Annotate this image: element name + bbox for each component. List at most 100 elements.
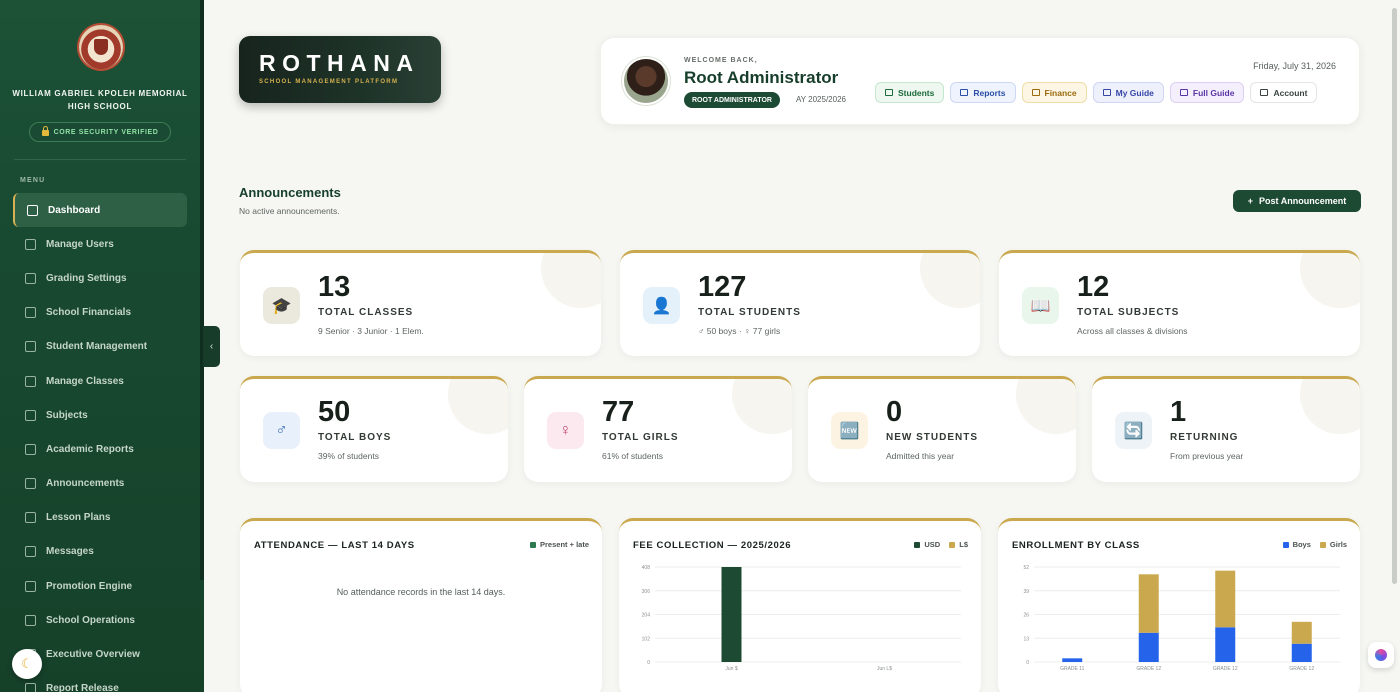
sidebar-item-label: Dashboard: [48, 204, 101, 216]
avatar[interactable]: [624, 59, 668, 103]
legend-swatch: [914, 541, 921, 548]
chart-plot: 0 13 26 39 52 GRADE 11 GRADE 12 GRADE 12 GRADE 1…: [1023, 565, 1340, 672]
sidebar-item-school-financials[interactable]: School Financials: [13, 296, 187, 330]
y-tick-label: 13: [1023, 636, 1029, 642]
card-icon: [1031, 89, 1040, 96]
stat-value: 1: [1170, 396, 1187, 428]
quick-link-reports[interactable]: Reports: [950, 82, 1016, 103]
stat-card-total-boys: ♂ 50 TOTAL BOYS 39% of students: [240, 376, 508, 482]
quick-link-account[interactable]: Account: [1250, 82, 1318, 103]
sidebar-item-manage-users[interactable]: Manage Users: [13, 227, 187, 261]
sidebar-item-lesson-plans[interactable]: Lesson Plans: [13, 501, 187, 535]
gear-icon: [25, 272, 36, 284]
sidebar-item-school-operations[interactable]: School Operations: [13, 603, 187, 637]
sidebar-item-student-management[interactable]: Student Management: [13, 330, 187, 364]
school-logo: [79, 25, 123, 69]
welcome-text: WELCOME BACK,: [684, 57, 758, 64]
user-name: Root Administrator: [684, 68, 839, 87]
sidebar-item-messages[interactable]: Messages: [13, 535, 187, 569]
quick-link-my-guide[interactable]: My Guide: [1092, 82, 1164, 103]
sidebar-item-label: Announcements: [46, 478, 125, 490]
post-announcement-button[interactable]: + Post Announcement: [1233, 190, 1361, 212]
sidebar-item-academic-reports[interactable]: Academic Reports: [13, 432, 187, 466]
brand-banner: ROTHANA SCHOOL MANAGEMENT PLATFORM: [239, 36, 441, 103]
stat-subtext: From previous year: [1170, 451, 1244, 461]
quick-link-finance[interactable]: Finance: [1021, 82, 1087, 103]
quick-links: Students Reports Finance My Guide Full Guide…: [875, 82, 1318, 103]
page-scrollbar[interactable]: [1392, 8, 1397, 584]
legend-label: L$: [959, 540, 968, 549]
sidebar-item-promotion-engine[interactable]: Promotion Engine: [13, 569, 187, 603]
quick-link-students[interactable]: Students: [875, 82, 945, 103]
stat-card-total-subjects: 📖 12 TOTAL SUBJECTS Across all classes & di…: [999, 250, 1360, 356]
sidebar-item-report-release[interactable]: Report Release: [13, 672, 187, 692]
school-name: WILLIAM GABRIEL KPOLEH MEMORIAL HIGH SCH…: [12, 89, 188, 111]
grid-icon: [25, 375, 36, 387]
home-icon: [27, 204, 38, 216]
current-date: Friday, July 31, 2026: [1253, 61, 1336, 71]
stat-subtext: 61% of students: [602, 451, 663, 461]
stat-value: 13: [318, 271, 351, 303]
sidebar-item-label: Lesson Plans: [46, 512, 111, 524]
x-tick-label: GRADE 12: [1136, 666, 1161, 672]
student-icon: [25, 341, 36, 353]
user-icon: 👤: [643, 287, 680, 324]
legend-swatch: [1319, 541, 1326, 548]
fee-chart-card: FEE COLLECTION — 2025/2026 USD L$ 0 102 204…: [619, 518, 981, 692]
bar-boys: [1291, 643, 1312, 662]
sidebar-item-announcements[interactable]: Announcements: [13, 467, 187, 501]
moon-icon: ☾: [21, 656, 33, 671]
sidebar-collapse-button[interactable]: ‹: [203, 326, 220, 367]
user-icon: [885, 89, 893, 96]
sidebar-item-label: School Operations: [46, 614, 135, 626]
new-badge-icon: 🆕: [831, 412, 868, 449]
stat-subtext: Admitted this year: [886, 451, 955, 461]
security-badge-label: CORE SECURITY VERIFIED: [53, 128, 159, 136]
y-tick-label: 0: [1026, 660, 1029, 666]
quick-link-label: Students: [898, 87, 935, 98]
sidebar-item-manage-classes[interactable]: Manage Classes: [13, 364, 187, 398]
post-announcement-label: Post Announcement: [1259, 196, 1347, 206]
sidebar: WILLIAM GABRIEL KPOLEH MEMORIAL HIGH SCH…: [0, 0, 204, 692]
trend-icon: [25, 580, 36, 592]
lock-icon: [41, 126, 49, 136]
quick-link-label: Finance: [1044, 87, 1077, 98]
legend-label: Girls: [1329, 540, 1347, 549]
x-tick-label: GRADE 11: [1060, 666, 1085, 672]
quick-link-label: Reports: [973, 87, 1006, 98]
chart-plot: 0 102 204 306 408 Jun $ Jun L$: [642, 565, 961, 672]
card-icon: [25, 307, 36, 319]
stat-subtext: 39% of students: [318, 451, 379, 461]
attendance-empty: No attendance records in the last 14 day…: [336, 587, 506, 597]
stat-label: TOTAL STUDENTS: [698, 307, 801, 318]
quick-link-label: Account: [1273, 87, 1308, 98]
sidebar-item-label: Report Release: [46, 683, 119, 692]
bar-girls: [1215, 570, 1236, 628]
legend-item: Girls: [1319, 540, 1347, 549]
legend-item: USD: [914, 540, 940, 549]
stat-value: 127: [698, 271, 747, 303]
legend-swatch: [1282, 541, 1289, 548]
quick-link-full-guide[interactable]: Full Guide: [1169, 82, 1245, 103]
theme-toggle-button[interactable]: ☾: [12, 649, 42, 679]
assistant-button[interactable]: [1368, 642, 1394, 668]
y-tick-label: 102: [642, 636, 651, 642]
sidebar-item-grading-settings[interactable]: Grading Settings: [13, 261, 187, 295]
stat-label: RETURNING: [1170, 432, 1239, 443]
sidebar-item-subjects[interactable]: Subjects: [13, 398, 187, 432]
stat-value: 0: [886, 396, 903, 428]
academic-year: AY 2025/2026: [796, 95, 846, 104]
bar-boys: [1062, 658, 1083, 662]
sidebar-nav: Dashboard Manage Users Grading Settings Sch…: [13, 193, 187, 692]
legend-item: Boys: [1282, 540, 1311, 549]
sidebar-item-dashboard[interactable]: Dashboard: [13, 193, 187, 228]
shield-icon: [1260, 89, 1269, 96]
book-icon: [1179, 89, 1188, 96]
fee-chart-legend: USD L$: [914, 540, 968, 549]
quick-link-label: Full Guide: [1192, 87, 1235, 98]
attendance-chart-card: ATTENDANCE — LAST 14 DAYS Present + late…: [240, 518, 602, 692]
document-icon: [25, 512, 36, 524]
stat-label: TOTAL GIRLS: [602, 432, 679, 443]
sidebar-item-label: Messages: [46, 546, 94, 558]
brand-title: ROTHANA: [259, 50, 420, 76]
